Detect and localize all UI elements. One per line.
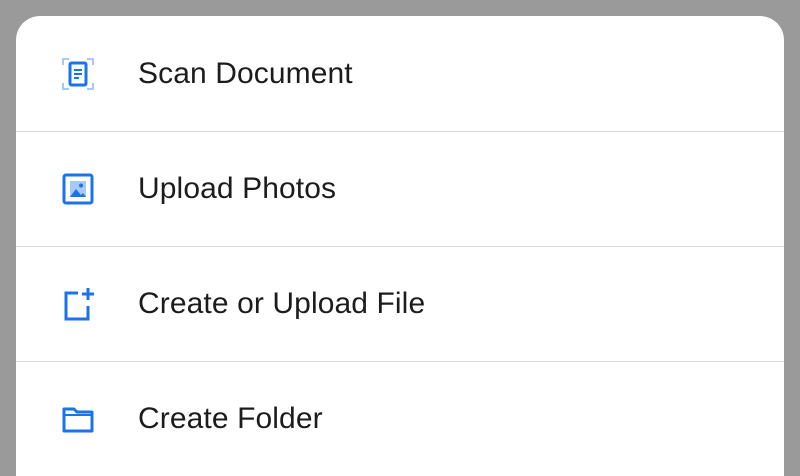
menu-item-label: Upload Photos [138, 172, 337, 205]
folder-icon [60, 401, 96, 437]
action-sheet: Scan Document Upload Photos Create or Up… [16, 16, 784, 476]
menu-item-scan-document[interactable]: Scan Document [16, 16, 784, 131]
menu-item-create-folder[interactable]: Create Folder [16, 361, 784, 476]
menu-item-label: Create Folder [138, 402, 323, 435]
menu-item-upload-photos[interactable]: Upload Photos [16, 131, 784, 246]
menu-item-label: Create or Upload File [138, 287, 426, 320]
new-file-icon [60, 286, 96, 322]
menu-item-label: Scan Document [138, 56, 353, 90]
photo-icon [60, 171, 96, 207]
menu-item-create-upload-file[interactable]: Create or Upload File [16, 246, 784, 361]
scan-document-icon [60, 56, 96, 92]
